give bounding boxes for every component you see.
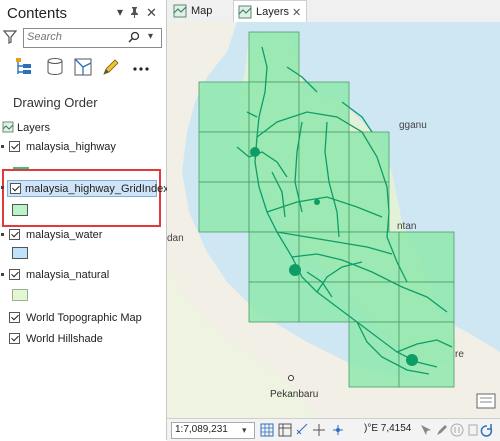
ruler-icon[interactable]: [296, 423, 308, 435]
list-by-drawing-order-icon[interactable]: [14, 56, 36, 78]
map-tab-icon: [238, 5, 252, 19]
refresh-icon[interactable]: [480, 424, 493, 437]
layer-visibility-checkbox[interactable]: [9, 333, 20, 344]
layer-toggle-icon[interactable]: [468, 424, 478, 436]
tab-layers[interactable]: Layers ✕: [233, 0, 307, 23]
selection-icon[interactable]: [421, 425, 431, 435]
coordinate-readout: )°E 7,4154: [364, 423, 412, 434]
table-icon[interactable]: [278, 423, 292, 437]
close-icon[interactable]: ✕: [146, 5, 157, 21]
layer-row-world-hillshade[interactable]: World Hillshade: [0, 331, 165, 349]
pin-icon[interactable]: [129, 6, 140, 21]
list-by-data-source-icon[interactable]: [44, 56, 66, 78]
more-options-icon[interactable]: [130, 56, 152, 78]
contents-toolbar: [14, 56, 159, 82]
map-canvas[interactable]: gganu dan ntan re Pekanbaru: [167, 22, 500, 418]
layer-row-malaysia-natural[interactable]: malaysia_natural: [0, 267, 165, 285]
layer-visibility-checkbox[interactable]: [9, 269, 20, 280]
expand-icon[interactable]: [1, 233, 4, 236]
layer-row-world-topographic-map[interactable]: World Topographic Map: [0, 310, 165, 328]
layer-label: malaysia_highway_GridIndex: [25, 183, 169, 195]
layer-label: World Topographic Map: [26, 312, 142, 324]
place-label-pekanbaru: Pekanbaru: [270, 389, 318, 400]
list-by-editing-icon[interactable]: [100, 56, 122, 78]
close-tab-icon[interactable]: ✕: [292, 6, 301, 19]
place-label-ntan: ntan: [397, 221, 416, 232]
scale-selector[interactable]: 1:7,089,231 ▾: [171, 422, 255, 439]
grid-icon[interactable]: [260, 423, 274, 437]
pane-title: Contents: [7, 5, 68, 22]
highlight-box: [2, 169, 161, 227]
layer-visibility-checkbox[interactable]: [10, 183, 21, 194]
drawing-order-heading: Drawing Order: [13, 95, 98, 110]
layer-row-malaysia-highway-gridindex[interactable]: malaysia_highway_GridIndex: [7, 180, 169, 197]
crosshair-icon[interactable]: [313, 424, 325, 436]
search-input[interactable]: [27, 30, 122, 44]
place-label-ganu: gganu: [399, 120, 427, 131]
search-options-dropdown[interactable]: ▾: [148, 31, 153, 42]
pause-icon[interactable]: [450, 423, 464, 437]
search-icon[interactable]: [128, 31, 140, 43]
map-view[interactable]: gganu dan ntan re Pekanbaru: [167, 22, 500, 418]
tab-map[interactable]: Map: [169, 0, 231, 22]
pan-icon[interactable]: [333, 425, 343, 435]
chevron-down-icon[interactable]: ▾: [242, 425, 247, 436]
layer-label: malaysia_natural: [26, 269, 110, 281]
layer-visibility-checkbox[interactable]: [9, 312, 20, 323]
tab-label: Layers: [256, 6, 290, 18]
pane-options-dropdown[interactable]: ▾: [117, 5, 123, 19]
expand-icon[interactable]: [1, 273, 4, 276]
fill-symbol[interactable]: [12, 204, 28, 216]
layer-label: malaysia_highway: [26, 141, 116, 153]
contents-pane: Contents ▾ ✕ ▾: [0, 0, 169, 440]
edit-icon[interactable]: [437, 425, 447, 435]
layer-label: World Hillshade: [26, 333, 103, 345]
navigation-tools: [260, 423, 343, 437]
layer-label: malaysia_water: [26, 229, 103, 241]
layer-row-malaysia-highway[interactable]: malaysia_highway: [0, 139, 165, 157]
layers-group-row[interactable]: Layers: [0, 119, 165, 137]
view-tab-bar: Map Layers ✕: [167, 0, 500, 23]
map-tab-icon: [173, 4, 187, 18]
layer-visibility-checkbox[interactable]: [9, 229, 20, 240]
scale-value: 1:7,089,231: [175, 424, 228, 435]
search-box[interactable]: ▾: [23, 28, 162, 48]
place-label-dan: dan: [167, 233, 184, 244]
status-icons: [421, 423, 493, 437]
fill-symbol[interactable]: [12, 247, 28, 259]
layers-group-label: Layers: [17, 122, 51, 134]
search-row: ▾: [3, 28, 163, 48]
layer-row-malaysia-water[interactable]: malaysia_water: [0, 227, 165, 245]
layer-visibility-checkbox[interactable]: [9, 141, 20, 152]
expand-icon[interactable]: [1, 145, 4, 148]
expand-icon[interactable]: [1, 186, 4, 189]
map-status-bar: 1:7,089,231 ▾ )°E 7,4154: [167, 418, 500, 441]
filter-icon[interactable]: [3, 30, 17, 44]
tab-label: Map: [191, 5, 213, 17]
fill-symbol[interactable]: [12, 289, 28, 301]
place-label-re: re: [455, 349, 464, 360]
list-by-selection-icon[interactable]: [72, 56, 94, 78]
basemap-attribution-icon[interactable]: [476, 393, 496, 409]
city-marker: [288, 375, 294, 381]
map-layers-icon: [2, 121, 14, 133]
